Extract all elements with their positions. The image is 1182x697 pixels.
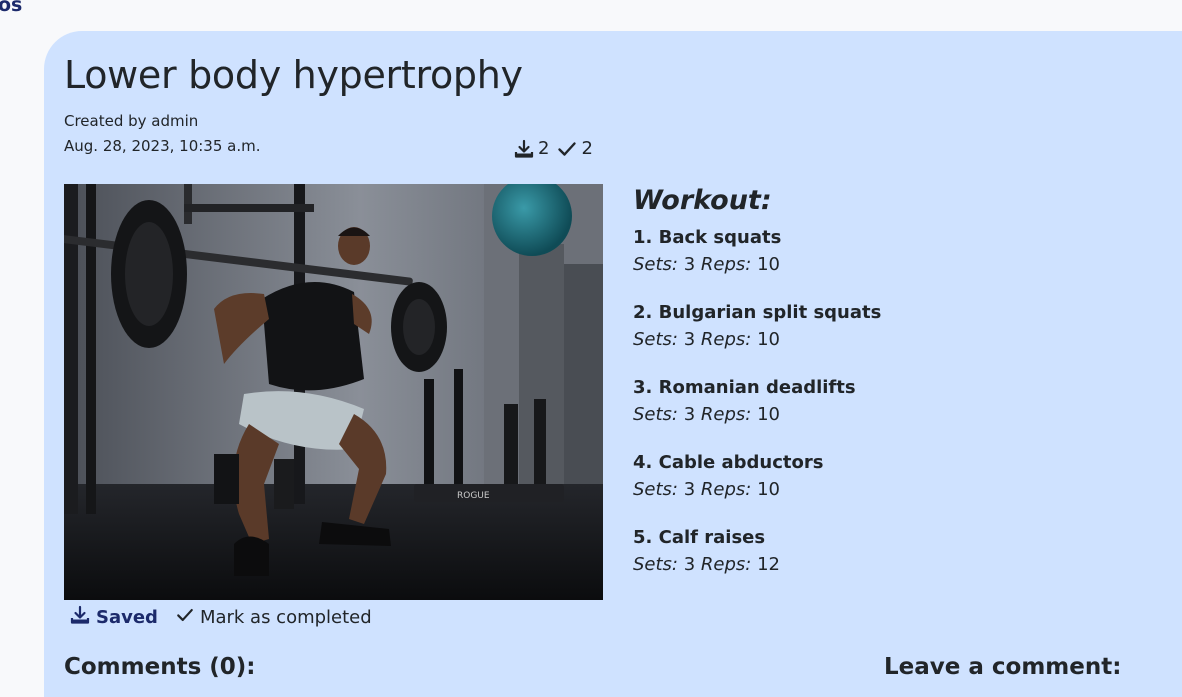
sets-label: Sets: bbox=[633, 479, 678, 500]
reps-label: Reps: bbox=[700, 329, 752, 350]
exercise-detail: Sets: 3 Reps: 12 bbox=[633, 550, 1153, 580]
exercise-item: 2. Bulgarian split squats Sets: 3 Reps: … bbox=[633, 301, 1153, 355]
author-line: Created by admin bbox=[64, 112, 199, 130]
workout-image: ROGUE bbox=[64, 184, 603, 600]
exercise-detail: Sets: 3 Reps: 10 bbox=[633, 475, 1153, 505]
exercise-item: 1. Back squats Sets: 3 Reps: 10 bbox=[633, 226, 1153, 280]
reps-value: 10 bbox=[757, 479, 781, 500]
workout-stats: 2 2 bbox=[514, 138, 593, 159]
check-icon bbox=[176, 606, 194, 629]
exercise-name: 2. Bulgarian split squats bbox=[633, 302, 882, 323]
reps-value: 10 bbox=[757, 254, 781, 275]
exercise-item: 5. Calf raises Sets: 3 Reps: 12 bbox=[633, 526, 1153, 580]
reps-label: Reps: bbox=[700, 254, 752, 275]
sets-label: Sets: bbox=[633, 404, 678, 425]
sets-value: 3 bbox=[683, 404, 696, 425]
sets-label: Sets: bbox=[633, 254, 678, 275]
workout-actions: Saved Mark as completed bbox=[70, 605, 372, 630]
sets-value: 3 bbox=[683, 254, 696, 275]
photo-logo-text: ROGUE bbox=[457, 491, 490, 501]
sets-label: Sets: bbox=[633, 329, 678, 350]
reps-value: 10 bbox=[757, 404, 781, 425]
exercise-name: 1. Back squats bbox=[633, 227, 782, 248]
exercise-name: 5. Calf raises bbox=[633, 527, 766, 548]
exercise-item: 4. Cable abductors Sets: 3 Reps: 10 bbox=[633, 451, 1153, 505]
nav-brand-fragment[interactable]: os bbox=[0, 0, 22, 16]
download-icon bbox=[70, 605, 90, 630]
mark-completed-label: Mark as completed bbox=[199, 607, 372, 628]
completions-count: 2 bbox=[581, 138, 593, 159]
workout-title: Lower body hypertrophy bbox=[64, 53, 523, 97]
sets-value: 3 bbox=[683, 479, 696, 500]
reps-label: Reps: bbox=[700, 479, 752, 500]
exercise-name: 4. Cable abductors bbox=[633, 452, 824, 473]
exercise-detail: Sets: 3 Reps: 10 bbox=[633, 325, 1153, 355]
sets-label: Sets: bbox=[633, 554, 678, 575]
exercise-name: 3. Romanian deadlifts bbox=[633, 377, 856, 398]
created-date: Aug. 28, 2023, 10:35 a.m. bbox=[64, 137, 261, 155]
check-icon bbox=[557, 139, 577, 159]
mark-completed-button[interactable]: Mark as completed bbox=[176, 606, 372, 629]
leave-comment-title: Leave a comment: bbox=[884, 654, 1122, 680]
download-icon bbox=[514, 139, 534, 159]
exercise-detail: Sets: 3 Reps: 10 bbox=[633, 400, 1153, 430]
sets-value: 3 bbox=[683, 329, 696, 350]
reps-label: Reps: bbox=[700, 404, 752, 425]
saves-count: 2 bbox=[538, 138, 550, 159]
comments-title: Comments (0): bbox=[64, 654, 256, 680]
saved-label: Saved bbox=[96, 607, 158, 628]
exercise-detail: Sets: 3 Reps: 10 bbox=[633, 250, 1153, 280]
reps-value: 12 bbox=[757, 554, 781, 575]
sets-value: 3 bbox=[683, 554, 696, 575]
workout-exercise-list: Workout: 1. Back squats Sets: 3 Reps: 10… bbox=[633, 185, 1153, 601]
reps-label: Reps: bbox=[700, 554, 752, 575]
workout-heading: Workout: bbox=[633, 185, 772, 216]
reps-value: 10 bbox=[757, 329, 781, 350]
exercise-item: 3. Romanian deadlifts Sets: 3 Reps: 10 bbox=[633, 376, 1153, 430]
saved-button[interactable]: Saved bbox=[70, 605, 158, 630]
workout-card: Lower body hypertrophy Created by admin … bbox=[44, 31, 1182, 697]
